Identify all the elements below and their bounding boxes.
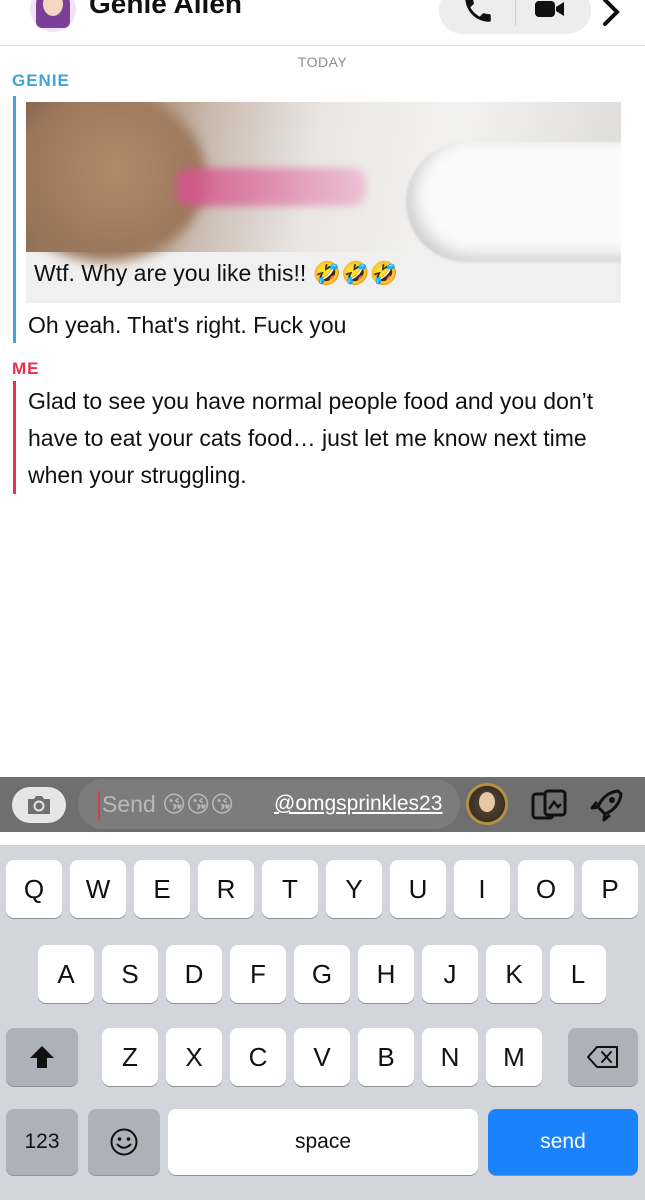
- genie-message-bar: [13, 96, 16, 343]
- backspace-icon: [587, 1046, 618, 1068]
- message-me[interactable]: Glad to see you have normal people food …: [28, 383, 628, 494]
- phone-icon[interactable]: [461, 0, 495, 26]
- key-f[interactable]: F: [230, 945, 286, 1003]
- sender-label-genie: GENIE: [12, 71, 70, 90]
- sender-label-me: ME: [12, 359, 40, 378]
- message-genie[interactable]: Oh yeah. That's right. Fuck you: [28, 307, 346, 344]
- snap-message[interactable]: Wtf. Why are you like this!! 🤣🤣🤣: [26, 102, 621, 303]
- key-p[interactable]: P: [582, 860, 638, 918]
- send-key[interactable]: send: [488, 1109, 638, 1175]
- key-m[interactable]: M: [486, 1028, 542, 1086]
- rocket-icon[interactable]: [588, 787, 626, 823]
- memories-icon[interactable]: [530, 789, 568, 821]
- numbers-key[interactable]: 123: [6, 1109, 78, 1175]
- call-actions: [439, 0, 591, 34]
- emoji-icon: [110, 1128, 138, 1156]
- key-l[interactable]: L: [550, 945, 606, 1003]
- key-w[interactable]: W: [70, 860, 126, 918]
- key-y[interactable]: Y: [326, 860, 382, 918]
- input-placeholder: Send: [102, 791, 156, 817]
- message-input-text: Send 😘😘😘: [102, 791, 234, 818]
- snap-image-pink-object: [176, 168, 366, 206]
- chat-header: Genie Allen: [0, 0, 645, 46]
- key-v[interactable]: V: [294, 1028, 350, 1086]
- me-message-bar: [13, 381, 16, 494]
- key-o[interactable]: O: [518, 860, 574, 918]
- video-camera-icon[interactable]: [531, 0, 567, 24]
- key-x[interactable]: X: [166, 1028, 222, 1086]
- key-e[interactable]: E: [134, 860, 190, 918]
- key-d[interactable]: D: [166, 945, 222, 1003]
- avatar[interactable]: [30, 0, 76, 32]
- contact-name[interactable]: Genie Allen: [89, 0, 242, 20]
- snap-image-white-object: [406, 142, 621, 262]
- key-q[interactable]: Q: [6, 860, 62, 918]
- message-composer: Send 😘😘😘 @omgsprinkles23: [0, 777, 645, 832]
- camera-icon: [28, 796, 50, 814]
- mention-link[interactable]: @omgsprinkles23: [274, 792, 442, 816]
- keyboard: Q W E R T Y U I O P A S D F G H J K L Z …: [0, 845, 645, 1200]
- key-t[interactable]: T: [262, 860, 318, 918]
- key-j[interactable]: J: [422, 945, 478, 1003]
- space-key[interactable]: space: [168, 1109, 478, 1175]
- snap-caption: Wtf. Why are you like this!! 🤣🤣🤣: [34, 260, 399, 286]
- key-z[interactable]: Z: [102, 1028, 158, 1086]
- key-g[interactable]: G: [294, 945, 350, 1003]
- call-divider: [515, 0, 516, 26]
- bitmoji-face: [479, 792, 495, 812]
- key-s[interactable]: S: [102, 945, 158, 1003]
- shift-key[interactable]: [6, 1028, 78, 1086]
- key-u[interactable]: U: [390, 860, 446, 918]
- key-i[interactable]: I: [454, 860, 510, 918]
- date-divider: TODAY: [297, 54, 348, 70]
- snap-image[interactable]: [26, 102, 621, 262]
- shift-arrow-icon: [30, 1046, 54, 1068]
- key-b[interactable]: B: [358, 1028, 414, 1086]
- key-n[interactable]: N: [422, 1028, 478, 1086]
- key-c[interactable]: C: [230, 1028, 286, 1086]
- key-r[interactable]: R: [198, 860, 254, 918]
- bitmoji-icon[interactable]: [466, 783, 508, 825]
- key-a[interactable]: A: [38, 945, 94, 1003]
- typed-emojis: 😘😘😘: [162, 791, 235, 817]
- backspace-key[interactable]: [568, 1028, 638, 1086]
- camera-button[interactable]: [12, 787, 66, 823]
- key-k[interactable]: K: [486, 945, 542, 1003]
- key-h[interactable]: H: [358, 945, 414, 1003]
- chevron-right-icon[interactable]: [598, 0, 624, 30]
- emoji-key[interactable]: [88, 1109, 160, 1175]
- text-cursor: [98, 791, 100, 821]
